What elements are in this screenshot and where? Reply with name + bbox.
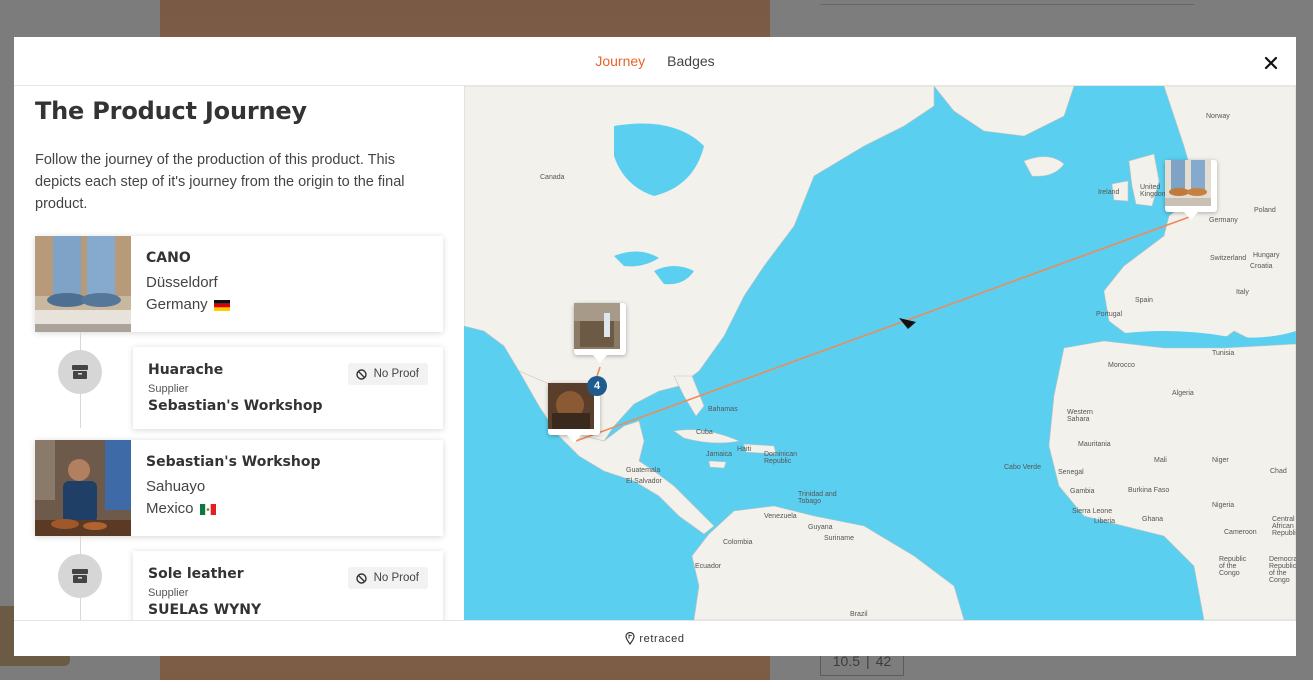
map-label: Nigeria bbox=[1212, 502, 1235, 509]
no-proof-label: No Proof bbox=[373, 368, 419, 380]
retraced-logo-icon bbox=[625, 632, 636, 645]
step-name: Huarache bbox=[148, 362, 224, 378]
no-proof-label: No Proof bbox=[373, 572, 419, 584]
map-label: Ireland bbox=[1098, 189, 1120, 196]
journey-step-sole-leather: Sole leather Supplier SUELAS WYNY No Pro… bbox=[35, 551, 443, 620]
step-card-sole-leather[interactable]: Sole leather Supplier SUELAS WYNY No Pro… bbox=[133, 551, 443, 620]
map-marker-tannery[interactable] bbox=[574, 303, 626, 363]
mexico-flag-icon bbox=[199, 503, 216, 515]
map-label: Senegal bbox=[1058, 469, 1084, 476]
map-label: Cabo Verde bbox=[1004, 464, 1041, 471]
map-label: Germany bbox=[1209, 217, 1238, 224]
step-name: Sole leather bbox=[148, 566, 244, 582]
map-label: Brazil bbox=[850, 611, 868, 618]
map-label: Switzerland bbox=[1210, 255, 1247, 262]
location-country: Mexico bbox=[146, 500, 194, 517]
map-label: Burkina Faso bbox=[1128, 487, 1170, 494]
map-label: Poland bbox=[1254, 207, 1276, 214]
map-label: Cameroon bbox=[1224, 529, 1257, 536]
sebastian-photo bbox=[35, 440, 131, 536]
map-label: Morocco bbox=[1108, 362, 1135, 369]
map-label: Tunisia bbox=[1212, 350, 1235, 357]
map-label: Norway bbox=[1206, 113, 1230, 120]
map-label: Central African Republic bbox=[1272, 516, 1296, 537]
map-label: Liberia bbox=[1094, 518, 1116, 525]
map-label: Suriname bbox=[824, 535, 854, 542]
box-icon bbox=[58, 554, 102, 598]
step-role: Supplier bbox=[148, 587, 189, 599]
map-label: Colombia bbox=[723, 539, 753, 546]
step-role: Supplier bbox=[148, 383, 189, 395]
background-divider bbox=[820, 4, 1194, 5]
map-label: Guyana bbox=[808, 524, 833, 531]
footer-brand: retraced bbox=[639, 632, 685, 645]
journey-panel: The Product Journey Follow the journey o… bbox=[14, 37, 464, 620]
journey-description: Follow the journey of the production of … bbox=[35, 152, 405, 212]
map-label: Canada bbox=[540, 174, 565, 181]
map-label: Trinidad and Tobago bbox=[798, 491, 837, 505]
map-label: Spain bbox=[1135, 297, 1153, 304]
map-label: Jamaica bbox=[706, 451, 733, 458]
map-label: Chad bbox=[1270, 468, 1287, 475]
map-label: Mauritania bbox=[1078, 441, 1111, 448]
location-name: CANO bbox=[146, 250, 191, 266]
journey-map[interactable]: Canada Norway United Kingdom Ireland Ger… bbox=[464, 86, 1296, 620]
location-country: Germany bbox=[146, 296, 208, 313]
no-proof-icon bbox=[355, 572, 367, 584]
no-proof-icon bbox=[355, 368, 367, 380]
map-label: Republic of the Congo bbox=[1219, 556, 1247, 577]
map-label: Bahamas bbox=[708, 406, 738, 413]
modal-footer: retraced bbox=[14, 620, 1296, 656]
map-label: Western Sahara bbox=[1067, 409, 1093, 423]
journey-modal: Journey Badges The Product Journey Follo… bbox=[14, 37, 1296, 656]
cluster-count-badge[interactable]: 4 bbox=[587, 376, 607, 396]
map-label: Ecuador bbox=[695, 563, 722, 570]
tab-badges[interactable]: Badges bbox=[667, 53, 714, 69]
map-label: Ghana bbox=[1142, 516, 1164, 523]
step-card-huarache[interactable]: Huarache Supplier Sebastian's Workshop N… bbox=[133, 347, 443, 429]
location-card-cano[interactable]: CANO Düsseldorf Germany bbox=[35, 236, 443, 332]
location-card-sebastian[interactable]: Sebastian's Workshop Sahuayo Mexico bbox=[35, 440, 443, 536]
map-label: Niger bbox=[1212, 457, 1229, 464]
map-label: Italy bbox=[1236, 289, 1249, 296]
box-icon bbox=[58, 350, 102, 394]
step-supplier: SUELAS WYNY bbox=[148, 602, 262, 618]
close-icon[interactable] bbox=[1262, 54, 1280, 72]
map-label: Sierra Leone bbox=[1072, 508, 1113, 515]
map-label: Democratic Republic of the Congo bbox=[1269, 556, 1296, 584]
map-label: Croatia bbox=[1250, 263, 1273, 270]
map-label: Portugal bbox=[1096, 311, 1123, 318]
map-label: Gambia bbox=[1070, 488, 1095, 495]
location-city: Düsseldorf bbox=[146, 274, 218, 291]
location-city: Sahuayo bbox=[146, 478, 206, 495]
map-label: Mali bbox=[1154, 457, 1167, 464]
map-marker-cano[interactable] bbox=[1165, 160, 1217, 220]
journey-step-huarache: Huarache Supplier Sebastian's Workshop N… bbox=[35, 347, 443, 429]
no-proof-badge: No Proof bbox=[347, 363, 428, 385]
map-label: Algeria bbox=[1172, 390, 1194, 397]
map-label: Cuba bbox=[696, 429, 713, 436]
location-name: Sebastian's Workshop bbox=[146, 454, 321, 470]
map-label: Hungary bbox=[1253, 252, 1280, 259]
map-label: Dominican Republic bbox=[764, 451, 798, 465]
map-label: El Salvador bbox=[626, 478, 662, 485]
tab-journey[interactable]: Journey bbox=[595, 53, 645, 69]
map-label: Guatemala bbox=[626, 467, 661, 474]
step-supplier: Sebastian's Workshop bbox=[148, 398, 323, 414]
map-label: Haiti bbox=[737, 446, 752, 453]
map-label: Venezuela bbox=[764, 513, 797, 520]
germany-flag-icon bbox=[213, 299, 230, 311]
cano-photo bbox=[35, 236, 131, 332]
page-title: The Product Journey bbox=[35, 97, 307, 125]
no-proof-badge: No Proof bbox=[347, 567, 428, 589]
